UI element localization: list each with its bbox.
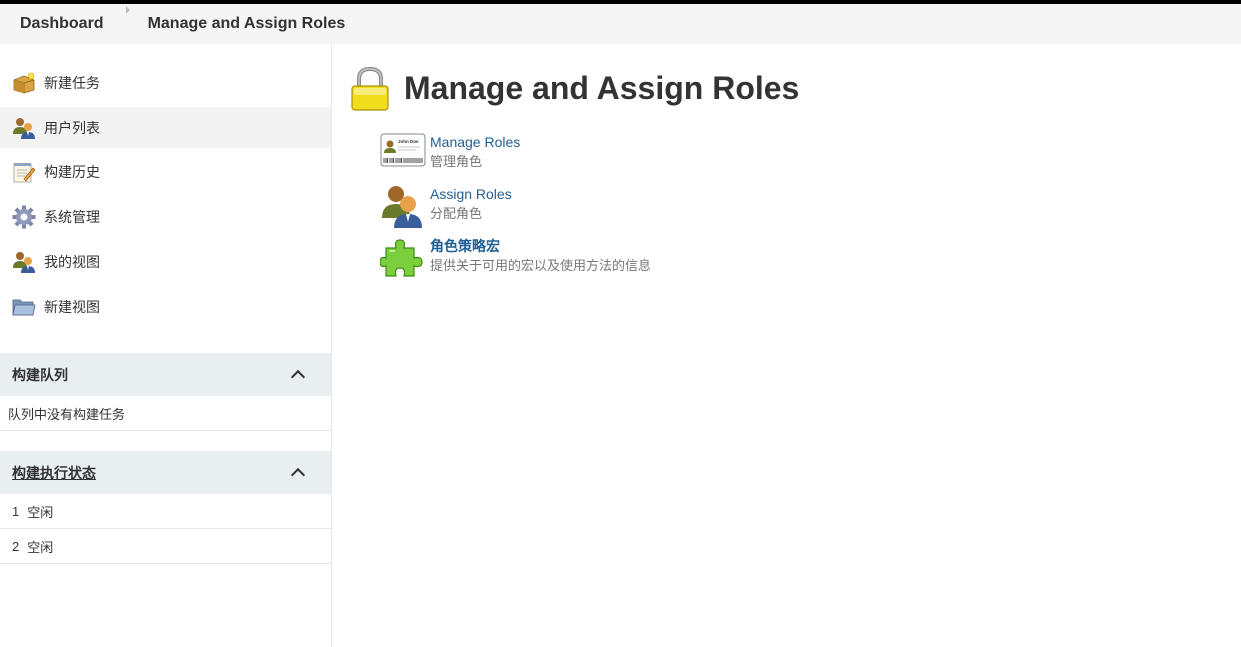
breadcrumb: Dashboard Manage and Assign Roles xyxy=(0,4,1241,44)
build-queue-title: 构建队列 xyxy=(12,366,68,383)
users-icon xyxy=(12,116,36,140)
sidebar-item-label: 新建视图 xyxy=(44,298,100,315)
users-icon[interactable] xyxy=(380,184,426,230)
sidebar-item-user-list[interactable]: 用户列表 xyxy=(0,107,331,148)
role-strategy-macros-link[interactable]: 角色策略宏 xyxy=(430,237,651,256)
manage-roles-link[interactable]: Manage Roles xyxy=(430,133,520,152)
collapse-chevron-up-icon[interactable] xyxy=(290,369,306,385)
sidebar-item-label: 新建任务 xyxy=(44,74,100,91)
gear-icon xyxy=(12,205,36,229)
sidebar-item-my-views[interactable]: 我的视图 xyxy=(0,241,331,282)
page-title: Manage and Assign Roles xyxy=(404,70,800,106)
breadcrumb-manage-assign-roles[interactable]: Manage and Assign Roles xyxy=(148,15,346,33)
assign-roles-entry: Assign Roles 分配角色 xyxy=(380,184,512,230)
build-executor-header: 构建执行状态 xyxy=(0,451,331,494)
new-package-icon xyxy=(12,71,36,95)
breadcrumb-separator-icon xyxy=(126,6,130,14)
build-queue-empty: 队列中没有构建任务 xyxy=(0,396,331,431)
executor-number: 2 xyxy=(12,538,20,554)
sidebar-item-build-history[interactable]: 构建历史 xyxy=(0,151,331,192)
executor-status: 空闲 xyxy=(27,504,54,520)
manage-roles-description: 管理角色 xyxy=(430,154,483,169)
executor-number: 1 xyxy=(12,503,20,519)
main-panel: Manage and Assign Roles John Doe Manage … xyxy=(332,44,1241,647)
build-queue-header: 构建队列 xyxy=(0,353,331,396)
assign-roles-description: 分配角色 xyxy=(430,206,483,221)
puzzle-icon[interactable] xyxy=(379,236,426,282)
role-strategy-macros-description: 提供关于可用的宏以及使用方法的信息 xyxy=(430,258,652,273)
id-card-icon[interactable]: John Doe xyxy=(380,132,426,178)
sidebar-item-manage-jenkins[interactable]: 系统管理 xyxy=(0,196,331,237)
build-queue-empty-text: 队列中没有构建任务 xyxy=(8,406,126,422)
folder-icon xyxy=(12,295,36,319)
sidebar: 新建任务 用户列表 构建历史 系统管理 我的视图 新建视图 构建队列 队列中没有… xyxy=(0,44,332,647)
breadcrumb-dashboard[interactable]: Dashboard xyxy=(20,15,104,33)
build-executor-title[interactable]: 构建执行状态 xyxy=(12,463,96,483)
sidebar-item-label: 系统管理 xyxy=(44,208,100,225)
notepad-icon xyxy=(12,160,36,184)
assign-roles-link[interactable]: Assign Roles xyxy=(430,185,512,204)
role-strategy-macros-entry: 角色策略宏 提供关于可用的宏以及使用方法的信息 xyxy=(379,236,652,282)
sidebar-item-new-job[interactable]: 新建任务 xyxy=(0,62,331,103)
sidebar-item-label: 用户列表 xyxy=(44,119,100,136)
executor-row: 1 空闲 xyxy=(0,494,331,529)
manage-roles-entry: John Doe Manage Roles 管理角色 xyxy=(380,132,520,178)
id-card-name: John Doe xyxy=(398,139,419,144)
executor-row: 2 空闲 xyxy=(0,529,331,564)
collapse-chevron-up-icon[interactable] xyxy=(290,467,306,483)
lock-icon xyxy=(350,66,390,112)
users-icon xyxy=(12,250,36,274)
sidebar-item-new-view[interactable]: 新建视图 xyxy=(0,286,331,327)
executor-status: 空闲 xyxy=(27,539,54,555)
sidebar-item-label: 我的视图 xyxy=(44,253,100,270)
sidebar-item-label: 构建历史 xyxy=(44,163,100,180)
